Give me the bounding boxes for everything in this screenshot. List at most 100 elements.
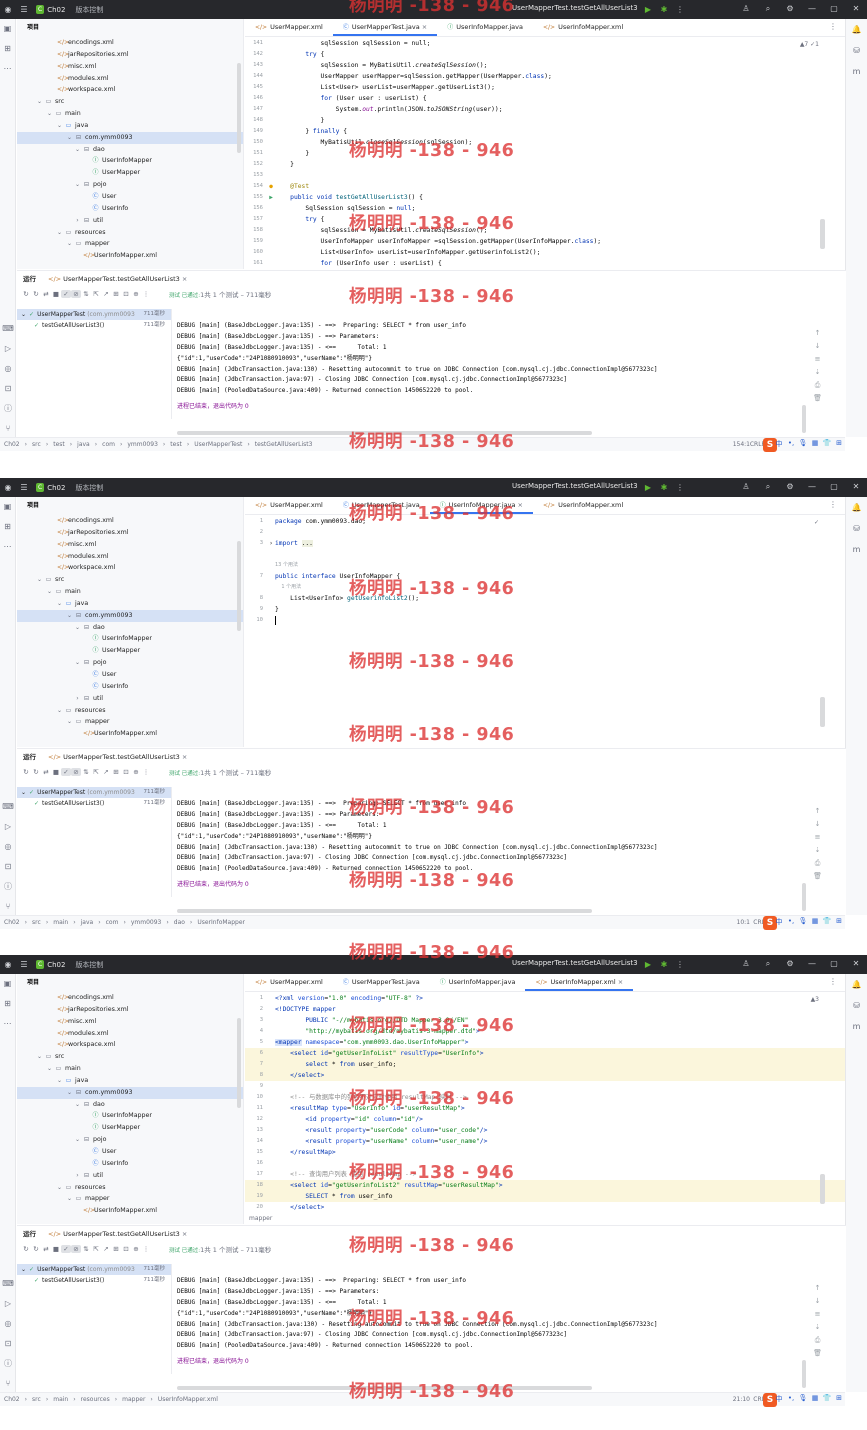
editor-scrollbar[interactable] (820, 697, 825, 727)
vcs-widget[interactable]: 版本控制 (75, 483, 103, 493)
terminal-tool-icon[interactable]: ⌨ (0, 319, 16, 339)
scroll-up-icon[interactable]: ↑ (813, 807, 822, 820)
code-view[interactable]: 1 package com.ymm0093.dao; 2 3 › import ... 13… (245, 516, 845, 747)
project-tree-item[interactable]: </>encodings.xml (17, 515, 243, 527)
export-icon[interactable]: ↗ (101, 768, 111, 776)
expand-arrow-icon[interactable]: ⌄ (35, 96, 44, 108)
zoom-icon[interactable]: ⊕ (131, 1245, 141, 1253)
mic-icon[interactable]: 🎙 (797, 1394, 809, 1404)
breadcrumb-item[interactable]: src (32, 1396, 41, 1403)
info-tool-icon[interactable]: ⓘ (0, 1354, 16, 1374)
project-tree-item[interactable]: </>modules.xml (17, 551, 243, 563)
project-tree-item[interactable]: ⌄ ⊟ com.ymm0093 (17, 1086, 243, 1099)
more-actions-icon[interactable]: ⋮ (672, 958, 688, 971)
expand-arrow-icon[interactable]: ⌄ (65, 1087, 74, 1099)
project-tree-item[interactable]: Ⓘ UserMapper (17, 1122, 243, 1134)
test-tree-item[interactable]: ✓ testGetAllUserList3() 711毫秒 (17, 320, 171, 331)
breadcrumb-item[interactable]: UserMapperTest (194, 441, 242, 448)
run-tab[interactable]: </> UserMapperTest.testGetAllUserList3 × (48, 1226, 187, 1242)
project-tree-item[interactable]: </>UserInfoMapper.xml (17, 1205, 243, 1217)
zoom-icon[interactable]: ⊕ (131, 290, 141, 298)
vcs-widget[interactable]: 版本控制 (75, 5, 103, 15)
clear-icon[interactable]: 🗑 (813, 394, 822, 407)
project-tree-item[interactable]: ⌄ ⊟ dao (17, 622, 243, 634)
ime-punct-icon[interactable]: •, (785, 917, 797, 927)
project-tree-item[interactable]: Ⓘ UserInfoMapper (17, 1110, 243, 1122)
project-tree-item[interactable]: </>UserInfoMapper.xml (17, 250, 243, 262)
expand-arrow-icon[interactable]: ⌄ (73, 657, 82, 669)
stop-icon[interactable]: ■ (51, 1245, 61, 1253)
scroll-up-icon[interactable]: ↑ (813, 329, 822, 342)
project-tree-item[interactable]: </>workspace.xml (17, 1039, 243, 1051)
collapse-icon[interactable]: ⇱ (91, 768, 101, 776)
database-icon[interactable]: ⛁ (846, 995, 867, 1016)
tools-grid-icon[interactable]: ⊞ (833, 1394, 845, 1404)
import-icon[interactable]: ⊡ (121, 768, 131, 776)
editor-tab[interactable]: Ⓘ UserInfoMapper.java (437, 18, 533, 36)
gutter-marker[interactable]: ● (267, 181, 275, 192)
debug-button-icon[interactable]: ✱ (656, 3, 672, 16)
services-tool-icon[interactable]: ◎ (0, 837, 16, 857)
breadcrumb-item[interactable]: ymm0093 (127, 441, 158, 448)
ime-punct-icon[interactable]: •, (785, 439, 797, 449)
account-icon[interactable]: ♙ (735, 957, 757, 971)
breadcrumb-item[interactable]: com (106, 919, 119, 926)
project-tree-item[interactable]: </>encodings.xml (17, 992, 243, 1004)
minimize-icon[interactable]: — (801, 2, 823, 16)
project-tree-item[interactable]: ⌄ ▭ src (17, 96, 243, 108)
info-tool-icon[interactable]: ⓘ (0, 877, 16, 897)
breadcrumb-item[interactable]: mapper (122, 1396, 145, 1403)
expand-arrow-icon[interactable]: ⌄ (21, 309, 26, 320)
project-tree-item[interactable]: ⌄ ▭ src (17, 1051, 243, 1063)
breadcrumb-item[interactable]: ymm0093 (131, 919, 162, 926)
vcs-widget[interactable]: 版本控制 (75, 960, 103, 970)
main-menu-icon[interactable]: ☰ (16, 483, 32, 492)
app-logo-icon[interactable]: ◉ (0, 483, 16, 492)
services-tool-icon[interactable]: ◎ (0, 359, 16, 379)
expand-arrow-icon[interactable]: ⌄ (35, 574, 44, 586)
editor-tab[interactable]: Ⓘ UserInfoMapper.java (430, 973, 526, 991)
expand-arrow-icon[interactable]: ⌄ (55, 120, 64, 132)
clear-icon[interactable]: 🗑 (813, 1349, 822, 1362)
toggle-auto-test-icon[interactable]: ⇄ (41, 1245, 51, 1253)
search-icon[interactable]: ⌕ (757, 2, 779, 16)
breadcrumb-item[interactable]: java (81, 919, 94, 926)
project-tree-item[interactable]: ⌄ ▭ java (17, 120, 243, 132)
rerun-failed-icon[interactable]: ↻ (31, 1245, 41, 1253)
zoom-icon[interactable]: ⊕ (131, 768, 141, 776)
project-tree-item[interactable]: ⌄ ▭ src (17, 574, 243, 586)
project-tree-item[interactable]: ⌄ ▭ main (17, 1063, 243, 1075)
project-tree-item[interactable]: ⌄ ▭ resources (17, 227, 243, 239)
git-tool-icon[interactable]: ⑂ (0, 897, 16, 917)
structure-tool-icon[interactable]: ⊞ (0, 994, 15, 1014)
close-icon[interactable]: ✕ (845, 480, 867, 494)
project-tree-item[interactable]: ⌄ ▭ java (17, 598, 243, 610)
expand-arrow-icon[interactable]: ⌄ (55, 1182, 64, 1194)
project-tree-item[interactable]: ⌄ ▭ resources (17, 1182, 243, 1194)
editor-scrollbar[interactable] (820, 219, 825, 249)
export-icon[interactable]: ↗ (101, 290, 111, 298)
project-tree-item[interactable]: ⌄ ▭ main (17, 108, 243, 120)
expand-arrow-icon[interactable]: ⌄ (65, 1193, 74, 1205)
project-tree-item[interactable]: </>misc.xml (17, 539, 243, 551)
expand-arrow-icon[interactable]: ⌄ (65, 238, 74, 250)
more-actions-icon[interactable]: ⋮ (672, 3, 688, 16)
settings-icon[interactable]: ⚙ (779, 957, 801, 971)
project-tree-item[interactable]: ⌄ ⊟ com.ymm0093 (17, 131, 243, 144)
project-selector[interactable]: Ch02 (47, 484, 65, 492)
expand-arrow-icon[interactable]: ⌄ (65, 716, 74, 728)
run-tab-close-icon[interactable]: × (180, 1230, 187, 1238)
project-tree-item[interactable]: </>workspace.xml (17, 562, 243, 574)
expand-arrow-icon[interactable]: ⌄ (73, 1099, 82, 1111)
expand-arrow-icon[interactable]: › (73, 693, 82, 705)
problems-tool-icon[interactable]: ⊡ (0, 857, 16, 877)
run-config-selector[interactable]: UserMapperTest.testGetAllUserList3 (512, 4, 638, 12)
skin-icon[interactable]: 👕 (821, 1394, 833, 1404)
caret-position[interactable]: 21:10 (733, 1396, 750, 1403)
editor-tab[interactable]: </> UserInfoMapper.xml (533, 18, 633, 36)
more-icon[interactable]: ⋮ (141, 1245, 151, 1253)
tabs-more-icon[interactable]: ⋮ (829, 500, 837, 509)
tab-close-icon[interactable]: × (515, 501, 523, 509)
structure-tool-icon[interactable]: ⊞ (0, 517, 15, 537)
test-tree-item[interactable]: ⌄ ✓ UserMapperTest (com.ymm0093 711毫秒 (17, 1264, 171, 1275)
